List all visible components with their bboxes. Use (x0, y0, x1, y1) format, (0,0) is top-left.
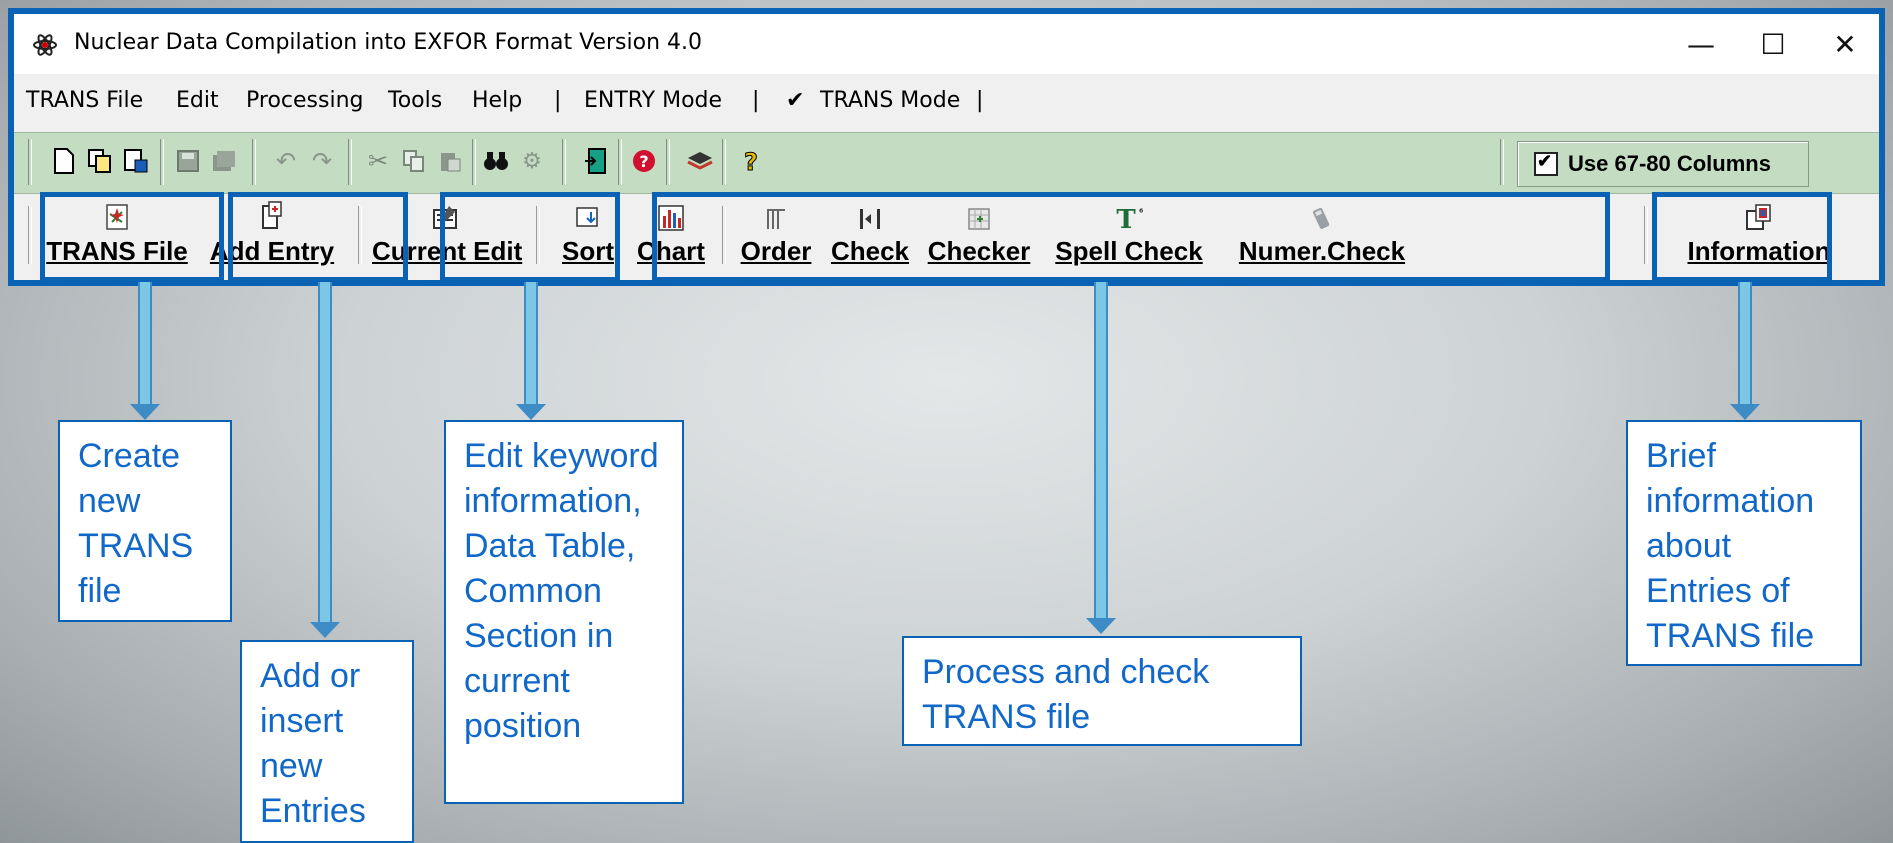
menu-separator: | (554, 88, 562, 113)
paste-icon (441, 153, 461, 172)
undo-icon: ↶ (275, 147, 297, 175)
menu-separator: | (976, 88, 984, 113)
toolbar-grip (28, 139, 32, 185)
arrow-head-edit (516, 404, 546, 420)
save-as-icon (124, 149, 148, 173)
highlight-trans-file (40, 192, 224, 282)
toolbar-separator (618, 139, 622, 185)
redo-icon: ↷ (311, 147, 333, 175)
redo-button[interactable]: ↷ (308, 147, 336, 175)
toolbar-separator (252, 139, 256, 185)
arrow-head-create (130, 404, 160, 420)
highlight-current-edit (440, 192, 620, 282)
window-title: Nuclear Data Compilation into EXFOR Form… (74, 30, 702, 55)
menu-tools[interactable]: Tools (388, 88, 442, 113)
menu-bar: TRANS File Edit Processing Tools Help | … (14, 76, 1879, 126)
title-bar: Nuclear Data Compilation into EXFOR Form… (14, 14, 1879, 74)
menu-help[interactable]: Help (472, 88, 522, 113)
use-columns-label: Use 67-80 Columns (1568, 151, 1771, 176)
callout-process-check: Process and check TRANS file (902, 636, 1302, 746)
save-button[interactable] (174, 147, 202, 175)
exit-button[interactable] (582, 147, 610, 175)
callout-add-entries: Add or insert new Entries (240, 640, 414, 843)
highlight-process-check (652, 192, 1610, 282)
arrow-create (138, 282, 152, 404)
save-as-button[interactable] (122, 147, 150, 175)
row-separator (1644, 206, 1648, 264)
maximize-button[interactable]: ☐ (1745, 26, 1801, 62)
menu-trans-mode[interactable]: TRANS Mode (820, 88, 960, 113)
svg-text:?: ? (744, 148, 758, 174)
exit-door-icon (585, 148, 606, 174)
toolbar-separator (562, 139, 566, 185)
arrow-head-info (1730, 404, 1760, 420)
arrow-process (1094, 282, 1108, 618)
cut-icon: ✂ (367, 147, 389, 175)
copy-button[interactable] (400, 147, 428, 175)
arrow-edit (524, 282, 538, 404)
save-disk-icon (177, 150, 199, 172)
book-button[interactable] (686, 147, 714, 175)
binoculars-icon (484, 152, 508, 170)
toolbar-separator (160, 139, 164, 185)
callout-brief-information: Brief information about Entries of TRANS… (1626, 420, 1862, 666)
cut-button[interactable]: ✂ (364, 147, 392, 175)
use-columns-checkbox[interactable] (1534, 151, 1558, 176)
toolbar-separator (666, 139, 670, 185)
maximize-icon: ☐ (1760, 27, 1786, 61)
row-separator (28, 206, 32, 264)
close-button[interactable]: ✕ (1817, 26, 1873, 62)
help-button[interactable]: ? (630, 147, 658, 175)
checkmark-icon: ✔ (786, 88, 805, 113)
context-help-icon: ? (744, 148, 759, 174)
undo-button[interactable]: ↶ (272, 147, 300, 175)
menu-trans-file[interactable]: TRANS File (26, 88, 143, 113)
highlight-information (1652, 192, 1832, 282)
svg-text:?: ? (639, 152, 648, 171)
arrow-head-add (310, 622, 340, 638)
help-question-icon: ? (633, 150, 655, 172)
use-columns-option[interactable]: Use 67-80 Columns (1517, 141, 1809, 187)
context-help-button[interactable]: ? (738, 147, 766, 175)
find-next-icon: ⚙ (522, 148, 542, 174)
new-file-icon (54, 148, 74, 174)
toolbar-separator (348, 139, 352, 185)
open-file-icon (88, 149, 111, 173)
highlight-add-entry (228, 192, 408, 282)
new-file-button[interactable] (50, 147, 78, 175)
arrow-info (1738, 282, 1752, 404)
menu-entry-mode[interactable]: ENTRY Mode (584, 88, 722, 113)
save-all-button[interactable] (210, 147, 238, 175)
menu-separator: | (752, 88, 760, 113)
paste-button[interactable] (436, 147, 464, 175)
close-icon: ✕ (1833, 27, 1857, 61)
toolbar-separator (722, 139, 726, 185)
minimize-icon: — (1687, 27, 1715, 61)
find-button[interactable] (482, 147, 510, 175)
find-next-button[interactable]: ⚙ (518, 147, 546, 175)
toolbar-separator (1500, 139, 1504, 185)
callout-create-trans-file: Create new TRANS file (58, 420, 232, 622)
minimize-button[interactable]: — (1673, 26, 1729, 62)
toolbar-separator (472, 139, 476, 185)
callout-edit-keyword: Edit keyword information, Data Table, Co… (444, 420, 684, 804)
arrow-head-process (1086, 618, 1116, 634)
menu-edit[interactable]: Edit (176, 88, 219, 113)
book-icon (687, 152, 713, 170)
arrow-add (318, 282, 332, 622)
copy-icon (403, 150, 424, 172)
menu-processing[interactable]: Processing (246, 88, 363, 113)
open-file-button[interactable] (86, 147, 114, 175)
save-all-icon (213, 151, 235, 171)
icon-toolbar: ↶ ↷ ✂ ⚙ ? ? Use 67 (14, 132, 1879, 194)
atom-app-icon (33, 34, 57, 56)
